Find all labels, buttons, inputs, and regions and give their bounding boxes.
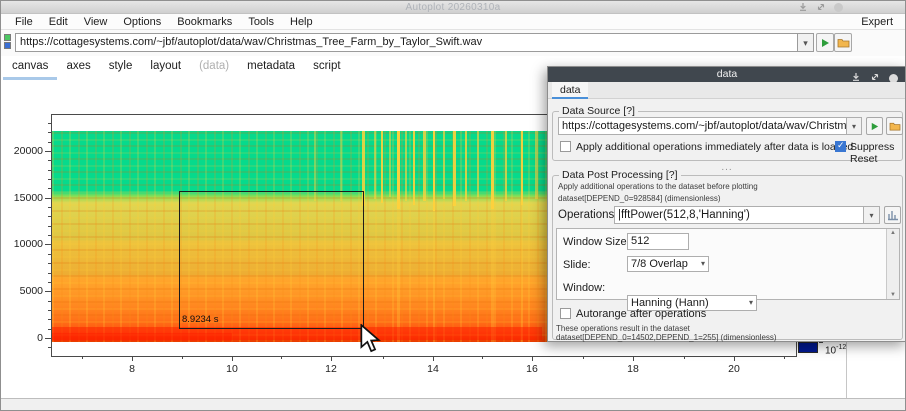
x-tick-label: 16 [517, 363, 547, 375]
autorange-label: Autorange after operations [576, 308, 706, 320]
dialog-tabstrip: data [548, 82, 906, 99]
menu-options[interactable]: Options [115, 16, 169, 28]
operations-editor-button[interactable] [884, 206, 901, 224]
selection-box[interactable]: 8.9234 s [179, 191, 364, 329]
y-tick-label: 15000 [7, 192, 43, 204]
tab-axes[interactable]: axes [57, 56, 99, 80]
go-button[interactable] [816, 33, 834, 52]
tab-canvas[interactable]: canvas [3, 56, 57, 80]
y-tick-label: 10000 [7, 238, 43, 250]
x-tick-label: 14 [418, 363, 448, 375]
tab-style[interactable]: style [100, 56, 142, 80]
status-bar [1, 398, 905, 410]
scroll-up-icon[interactable]: ▲ [887, 230, 899, 236]
y-axis [51, 114, 52, 357]
dialog-titlebar[interactable]: data [548, 67, 906, 82]
dialog-address-input[interactable]: https://cottagesystems.com/~jbf/autoplot… [558, 117, 847, 135]
menu-bar: FileEditViewOptionsBookmarksToolsHelp Ex… [1, 14, 905, 30]
slide-label: Slide: [563, 259, 591, 271]
window-size-label: Window Size: [563, 236, 630, 248]
mouse-cursor [360, 324, 382, 359]
address-input[interactable]: https://cottagesystems.com/~jbf/autoplot… [15, 33, 798, 52]
tab-metadata[interactable]: metadata [238, 56, 304, 80]
autorange-checkbox[interactable] [560, 308, 571, 319]
operations-editor-icon [887, 209, 899, 221]
dialog-go-button[interactable] [866, 117, 883, 135]
pin-window-icon[interactable] [798, 2, 808, 12]
operation-settings-panel: ▲ ▼ Window Size: 512 Slide: 7/8 Overlap … [556, 228, 900, 300]
y-tick-label: 5000 [7, 285, 43, 297]
colorbar-tick [819, 342, 823, 343]
expert-mode-label[interactable]: Expert [861, 16, 893, 28]
play-icon [819, 37, 831, 49]
operations-input[interactable]: |fftPower(512,8,'Hanning') [614, 206, 864, 224]
x-tick-label: 10 [217, 363, 247, 375]
dialog-tab-data[interactable]: data [552, 82, 588, 99]
canvas-edge [846, 342, 847, 398]
slide-select[interactable]: 7/8 Overlap [627, 256, 709, 272]
y-tick-label: 0 [7, 332, 43, 344]
folder-icon [837, 37, 850, 48]
window-size-input[interactable]: 512 [627, 233, 689, 250]
datasource-status-icon [4, 34, 12, 51]
x-tick-label: 12 [316, 363, 346, 375]
result-text-line1: These operations result in the dataset [556, 324, 690, 333]
address-row: https://cottagesystems.com/~jbf/autoplot… [1, 30, 905, 56]
colorbar-label: 10-12 [825, 344, 846, 356]
operations-dropdown[interactable]: ▾ [864, 206, 880, 224]
apply-operations-label: Apply additional operations immediately … [576, 141, 853, 153]
colorbar-swatch[interactable] [798, 342, 818, 353]
operations-label: Operations: [558, 209, 617, 221]
folder-icon [889, 121, 901, 131]
post-processing-legend: Data Post Processing [?] [559, 169, 681, 181]
menu-bookmarks[interactable]: Bookmarks [169, 16, 240, 28]
post-processing-hint: Apply additional operations to the datas… [558, 182, 758, 191]
data-source-legend: Data Source [?] [559, 105, 638, 117]
menu-file[interactable]: File [7, 16, 41, 28]
x-axis [51, 356, 797, 357]
tab-data[interactable]: (data) [190, 56, 238, 80]
menu-edit[interactable]: Edit [41, 16, 76, 28]
menu-tools[interactable]: Tools [240, 16, 282, 28]
play-icon [869, 121, 880, 132]
input-dataset-label: dataset[DEPEND_0=928584] (dimensionless) [558, 194, 721, 203]
tab-layout[interactable]: layout [141, 56, 190, 80]
result-text-line2: dataset[DEPEND_0=14502,DEPEND_1=255] (di… [556, 333, 777, 342]
x-tick-label: 20 [719, 363, 749, 375]
data-dialog: data data Data Source [?] https://cottag… [547, 66, 906, 342]
scroll-down-icon[interactable]: ▼ [887, 292, 899, 298]
x-tick-label: 18 [618, 363, 648, 375]
window-titlebar[interactable]: Autoplot 20260310a [1, 1, 905, 14]
open-file-button[interactable] [834, 33, 852, 52]
x-tick-label: 8 [117, 363, 147, 375]
window-title: Autoplot 20260310a [1, 2, 905, 13]
restore-window-icon[interactable] [816, 2, 826, 12]
dialog-open-file-button[interactable] [886, 117, 903, 135]
autoplot-window: Autoplot 20260310a FileEditViewOptionsBo… [0, 0, 906, 411]
menu-help[interactable]: Help [282, 16, 321, 28]
apply-operations-checkbox[interactable] [560, 141, 571, 152]
dialog-address-dropdown[interactable]: ▾ [847, 117, 862, 135]
suppress-reset-checkbox[interactable] [835, 141, 846, 152]
tab-script[interactable]: script [304, 56, 349, 80]
selection-annotation: 8.9234 s [182, 314, 218, 325]
address-dropdown-button[interactable]: ▾ [798, 33, 814, 52]
panel-scrollbar[interactable]: ▲ ▼ [886, 229, 899, 299]
close-window-icon[interactable] [834, 3, 843, 12]
y-tick-label: 20000 [7, 145, 43, 157]
window-label: Window: [563, 282, 605, 294]
menu-view[interactable]: View [76, 16, 116, 28]
